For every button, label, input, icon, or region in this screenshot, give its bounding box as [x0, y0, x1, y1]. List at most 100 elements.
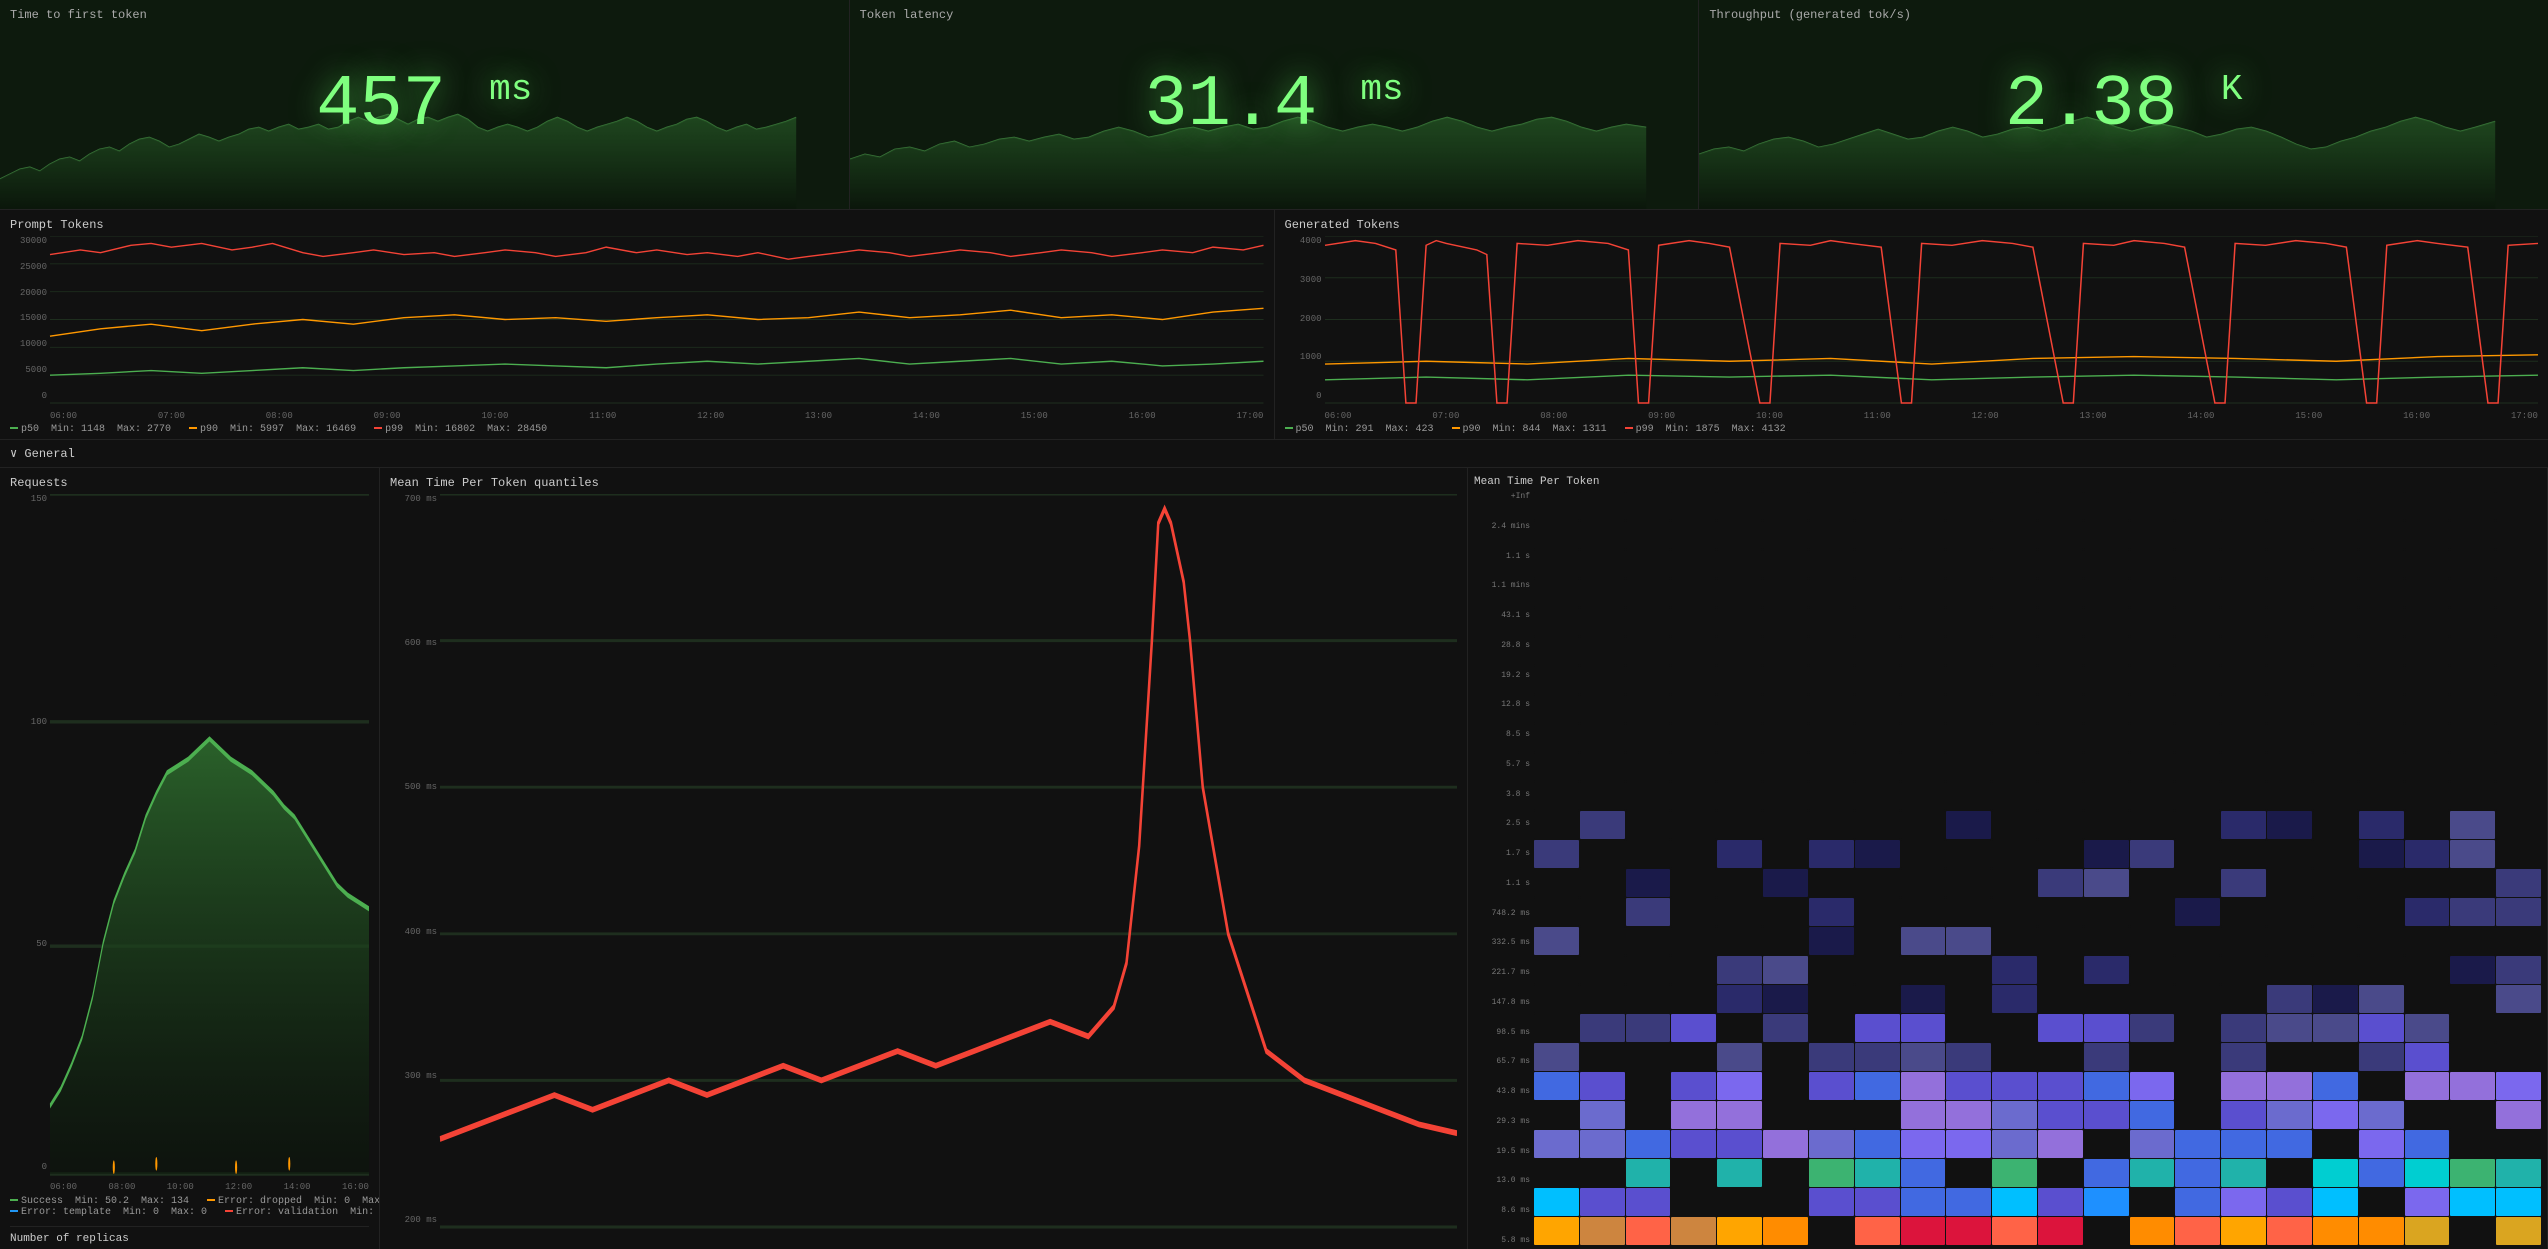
heatmap-cell — [1809, 666, 1854, 694]
heatmap-cell — [2038, 782, 2083, 810]
heatmap-cell — [2267, 840, 2312, 868]
heatmap-cell — [1626, 956, 1671, 984]
heatmap-cell — [2496, 550, 2541, 578]
heatmap-cell — [2313, 1130, 2358, 1158]
heatmap-cell — [1855, 521, 1900, 549]
heatmap-cell — [1534, 1217, 1579, 1245]
heatmap-cell — [2496, 695, 2541, 723]
heatmap-cell — [1763, 521, 1808, 549]
heatmap-cell — [1809, 1043, 1854, 1071]
heatmap-cell — [2313, 579, 2358, 607]
heatmap-cell — [1580, 782, 1625, 810]
heatmap-cell — [1717, 840, 1762, 868]
heatmap-cell — [2084, 1188, 2129, 1216]
heatmap-cell — [2313, 1043, 2358, 1071]
top-row: Time to first token 457 ms Token latency — [0, 0, 2548, 210]
heatmap-cell — [2038, 666, 2083, 694]
heatmap-cell — [1855, 1159, 1900, 1187]
heatmap-cell — [2496, 1043, 2541, 1071]
heatmap-cell — [2267, 1014, 2312, 1042]
heatmap-cell — [1855, 666, 1900, 694]
heatmap-cell — [1580, 811, 1625, 839]
heatmap-cell — [2496, 840, 2541, 868]
x-axis-prompt: 06:0007:0008:0009:0010:0011:0012:0013:00… — [50, 403, 1264, 421]
heatmap-cell — [2084, 637, 2129, 665]
heatmap-cell — [1626, 898, 1671, 926]
heatmap-cell — [1992, 608, 2037, 636]
heatmap-cell — [2496, 1217, 2541, 1245]
heatmap-cell — [1671, 1130, 1716, 1158]
heatmap-cell — [2313, 782, 2358, 810]
heatmap-cell — [1534, 492, 1579, 520]
heatmap-cell — [2038, 840, 2083, 868]
heatmap-cell — [1580, 1130, 1625, 1158]
heatmap-cell — [2267, 608, 2312, 636]
legend-req: Success Min: 50.2 Max: 134 Error: droppe… — [10, 1196, 369, 1218]
heatmap-cell — [2405, 1101, 2450, 1129]
heatmap-cell — [2450, 666, 2495, 694]
heatmap-cell — [1671, 811, 1716, 839]
heatmap-cell — [2038, 579, 2083, 607]
heatmap-cell — [2221, 1101, 2266, 1129]
heatmap-cell — [2359, 869, 2404, 897]
heatmap-cell — [1580, 550, 1625, 578]
heatmap-cell — [1671, 1014, 1716, 1042]
heatmap-cell — [1901, 956, 1946, 984]
heatmap-cell — [2084, 695, 2129, 723]
heatmap-cell — [1671, 666, 1716, 694]
heatmap-cell — [1534, 1043, 1579, 1071]
heatmap-cell — [2359, 985, 2404, 1013]
heatmap-cell — [2221, 579, 2266, 607]
heatmap-cell — [2038, 1217, 2083, 1245]
heatmap-cell — [1855, 608, 1900, 636]
heatmap-cell — [1717, 898, 1762, 926]
y-axis-mtpt-q: 700 ms600 ms500 ms400 ms300 ms200 ms — [390, 494, 440, 1225]
heatmap-cell — [1855, 869, 1900, 897]
heatmap-cell — [2267, 579, 2312, 607]
heatmap-cell — [1901, 521, 1946, 549]
heatmap-cell — [1534, 898, 1579, 926]
heatmap-cell — [1763, 492, 1808, 520]
heatmap-cell — [2221, 637, 2266, 665]
heatmap-cell — [1717, 1043, 1762, 1071]
heatmap-cell — [1763, 1188, 1808, 1216]
heatmap-cell — [2175, 724, 2220, 752]
heatmap-cell — [1946, 1159, 1991, 1187]
heatmap-cell — [2496, 492, 2541, 520]
heatmap-cell — [1580, 840, 1625, 868]
heatmap-cell — [2405, 956, 2450, 984]
heatmap-cell — [2267, 695, 2312, 723]
heatmap-cell — [2313, 1101, 2358, 1129]
heatmap-cell — [2450, 782, 2495, 810]
heatmap-cell — [2130, 1130, 2175, 1158]
heatmap-cell — [2084, 927, 2129, 955]
heatmap-cell — [1855, 695, 1900, 723]
x-axis-req: 06:0008:0010:0012:0014:0016:00 — [50, 1174, 369, 1192]
heatmap-cell — [1992, 956, 2037, 984]
heatmap-cell — [1901, 1188, 1946, 1216]
heatmap-cell — [1946, 637, 1991, 665]
heatmap-cell — [1901, 927, 1946, 955]
heatmap-cell — [2496, 927, 2541, 955]
heatmap-cell — [2175, 521, 2220, 549]
heatmap-cell — [1763, 695, 1808, 723]
heatmap-cell — [1534, 579, 1579, 607]
heatmap-cell — [1626, 1101, 1671, 1129]
heatmap-cell — [2175, 956, 2220, 984]
heatmap-cell — [1717, 956, 1762, 984]
heatmap-cell — [2267, 724, 2312, 752]
heatmap-cell — [1992, 869, 2037, 897]
heatmap-cell — [1580, 1043, 1625, 1071]
chart-prompt-tokens: 300002500020000150001000050000 — [10, 236, 1264, 421]
heatmap-cell — [1717, 1072, 1762, 1100]
heatmap-cell — [2084, 1130, 2129, 1158]
heatmap-cell — [2496, 811, 2541, 839]
heatmap-cell — [2130, 492, 2175, 520]
heatmap-cell — [2267, 811, 2312, 839]
heatmap-cell — [2313, 956, 2358, 984]
heatmap-cell — [1626, 1159, 1671, 1187]
heatmap-cell — [2084, 898, 2129, 926]
heatmap-cell — [1580, 1072, 1625, 1100]
heatmap-cell — [2221, 724, 2266, 752]
heatmap-cell — [2450, 550, 2495, 578]
